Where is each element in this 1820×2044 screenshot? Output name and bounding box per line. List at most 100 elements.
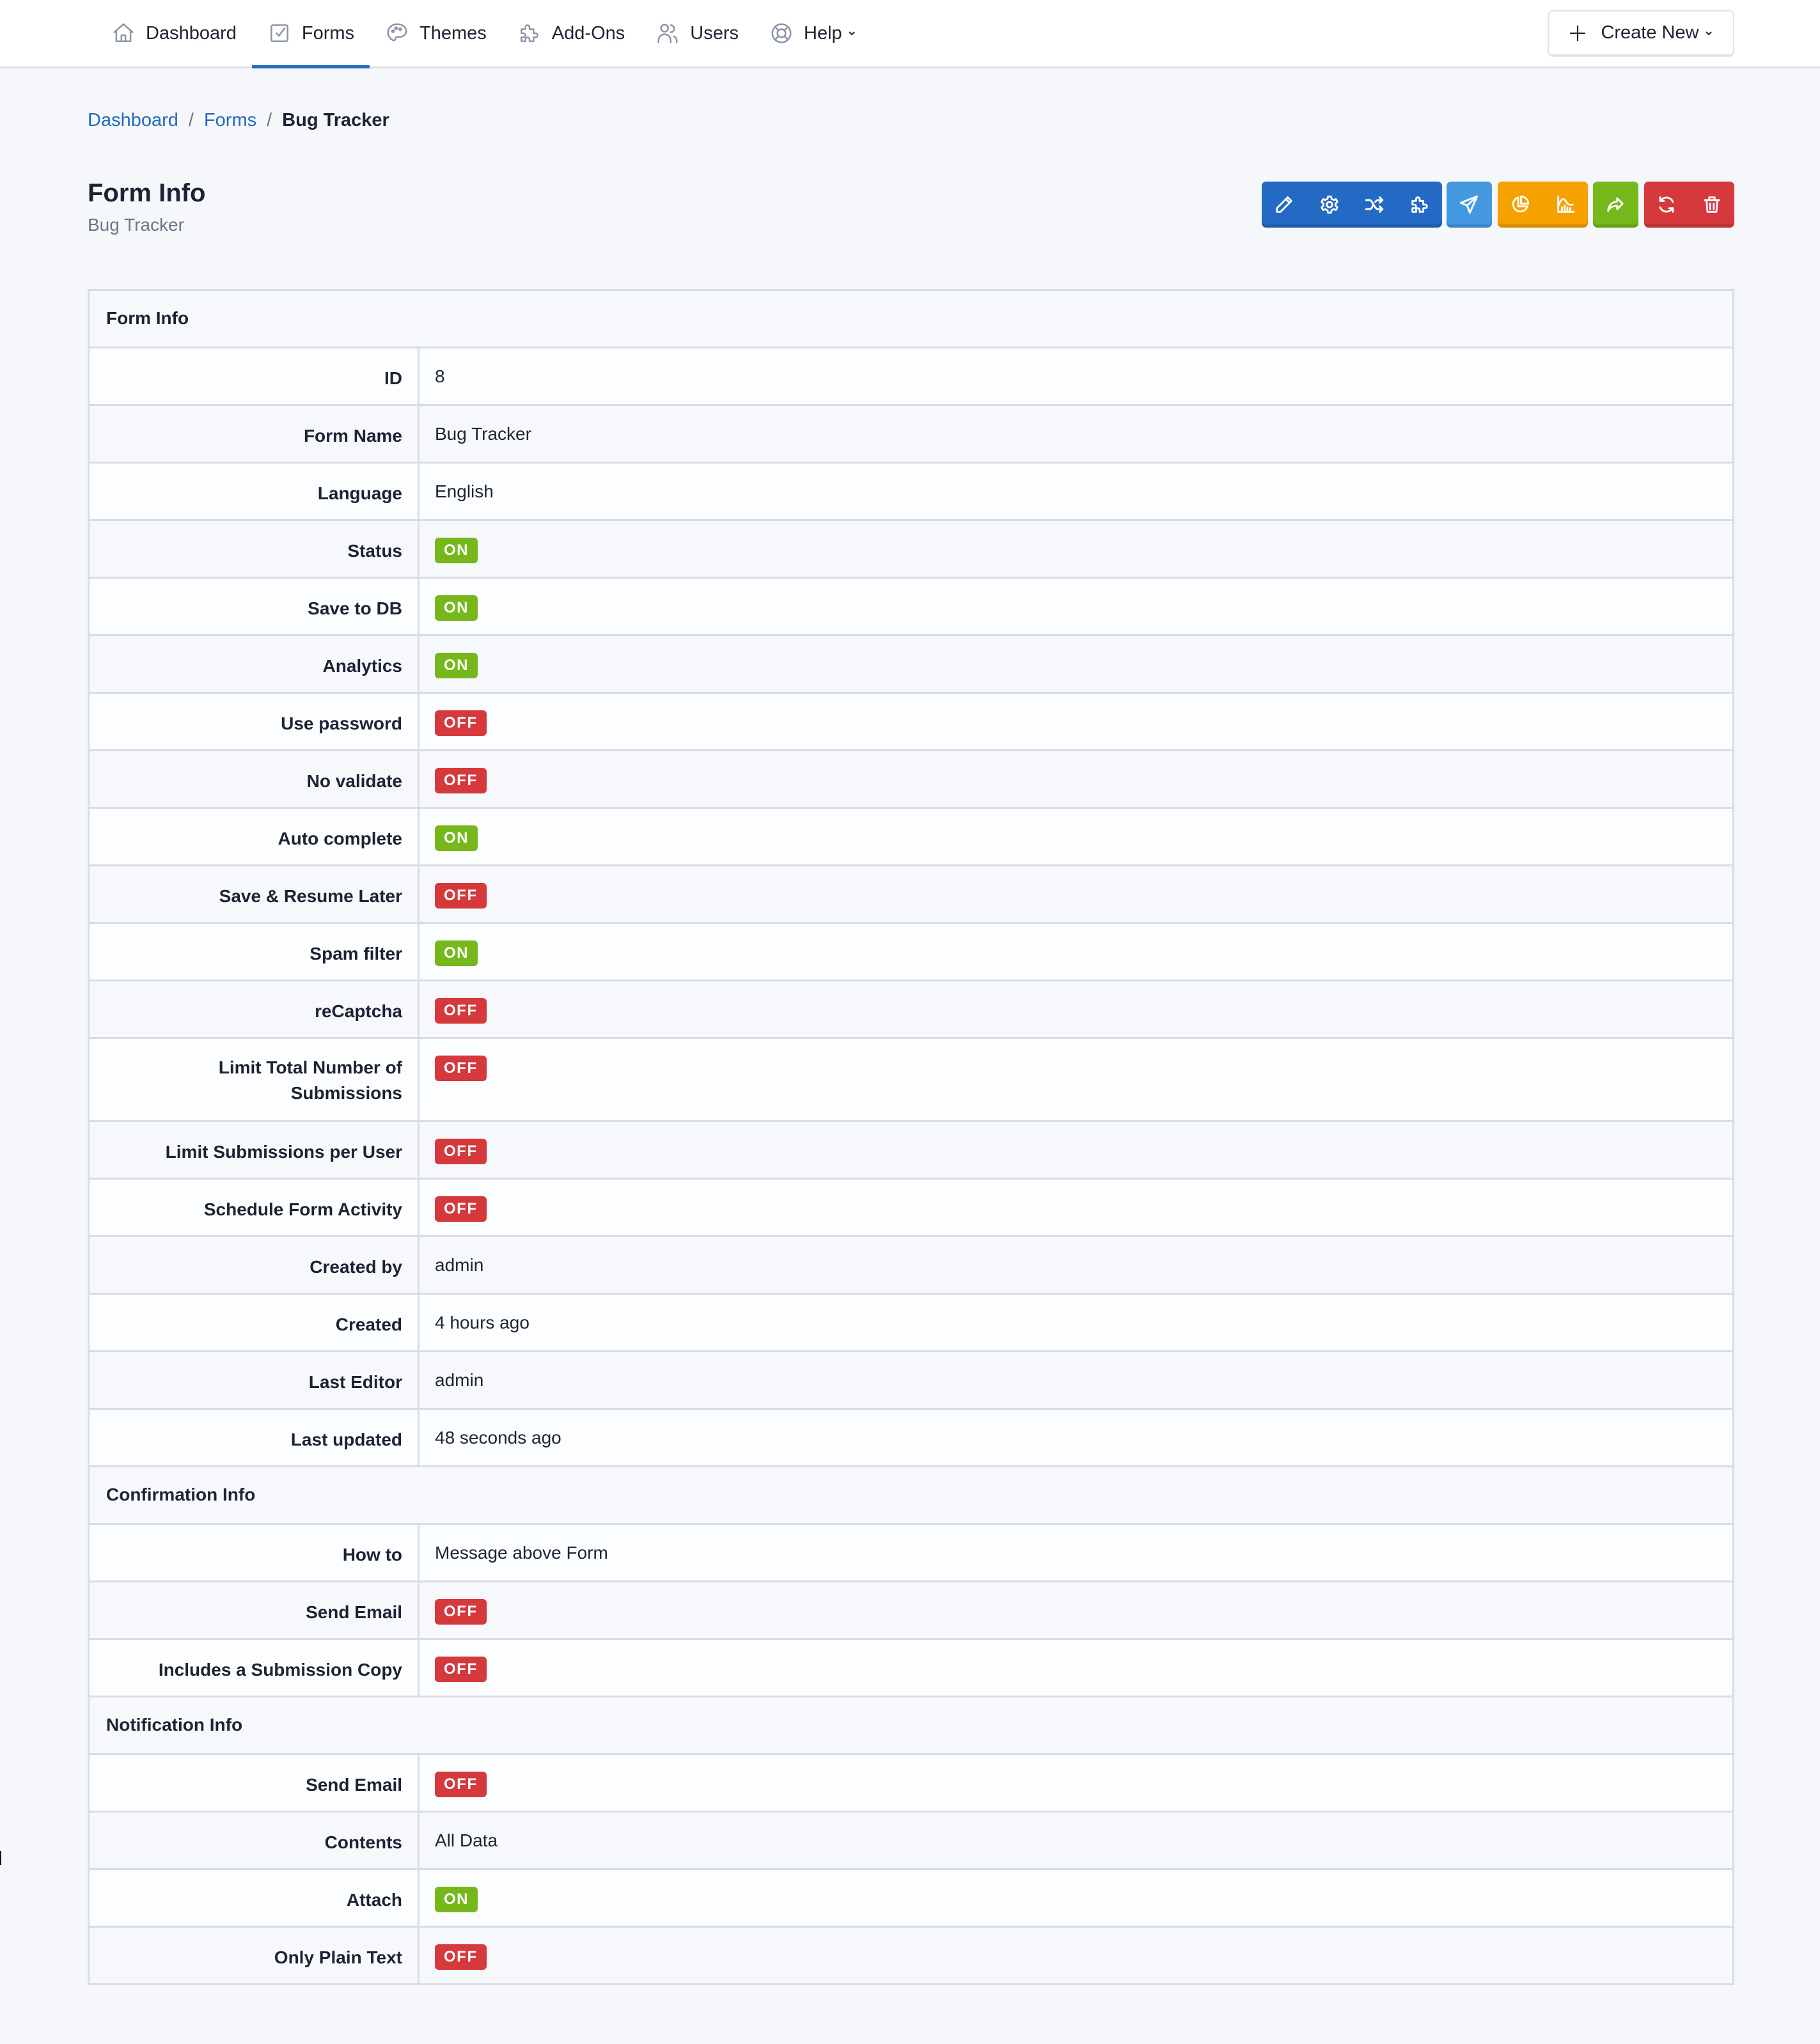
nav-item-users[interactable]: Users: [640, 0, 754, 66]
nav-item-add-ons[interactable]: Add-Ons: [502, 0, 640, 66]
nav-label: Dashboard: [146, 22, 237, 43]
plus-icon: [1569, 24, 1587, 42]
nav-item-help[interactable]: Help: [754, 0, 872, 66]
breadcrumb-dashboard[interactable]: Dashboard: [88, 110, 178, 131]
row-label: Form Name: [88, 404, 420, 463]
table-row: reCaptcha OFF: [88, 979, 1734, 1038]
row-label: Schedule Form Activity: [88, 1178, 420, 1237]
nav-item-dashboard[interactable]: Dashboard: [96, 0, 252, 66]
status-badge-off: OFF: [435, 1056, 487, 1081]
table-row: Send Email OFF: [88, 1753, 1734, 1812]
send-icon: [1460, 195, 1479, 214]
lifebuoy-icon: [769, 21, 794, 45]
row-label: Status: [88, 519, 420, 578]
reset-button[interactable]: [1644, 182, 1690, 228]
row-value: OFF: [418, 864, 1734, 923]
checkbox-icon: [267, 21, 292, 45]
status-badge-off: OFF: [435, 768, 487, 793]
status-badge-off: OFF: [435, 1196, 487, 1222]
row-label: Created by: [88, 1235, 420, 1294]
status-badge-on: ON: [435, 825, 478, 851]
breadcrumb-separator: /: [188, 110, 194, 130]
analytics-button[interactable]: [1543, 182, 1589, 228]
nav-label: Forms: [301, 22, 355, 43]
row-label: Limit Total Number of Submissions: [88, 1037, 420, 1121]
row-label: No validate: [88, 749, 420, 808]
row-value: OFF: [418, 1120, 1734, 1179]
row-label: Analytics: [88, 634, 420, 693]
users-icon: [655, 21, 680, 45]
row-label: Save & Resume Later: [88, 864, 420, 923]
settings-button[interactable]: [1307, 182, 1353, 228]
table-row: Send Email OFF: [88, 1580, 1734, 1639]
row-label: Send Email: [88, 1580, 420, 1639]
reports-group: [1498, 182, 1588, 228]
share-group: [1447, 182, 1492, 228]
section-title: Notification Info: [88, 1696, 1734, 1754]
table-row: Created 4 hours ago: [88, 1293, 1734, 1352]
row-label: Auto complete: [88, 807, 420, 866]
chevron-down-icon: [847, 29, 856, 38]
create-new-button[interactable]: Create New: [1548, 10, 1734, 56]
row-value: ON: [418, 577, 1734, 636]
row-value: ON: [418, 519, 1734, 578]
row-label: Attach: [88, 1868, 420, 1927]
row-label: Last Editor: [88, 1350, 420, 1409]
table-row: Last Editor admin: [88, 1350, 1734, 1409]
table-row: Only Plain Text OFF: [88, 1926, 1734, 1985]
page-title: Form Info: [88, 179, 206, 207]
cursor-artifact: [0, 1851, 1, 1865]
shuffle-icon: [1365, 196, 1384, 213]
breadcrumb-current: Bug Tracker: [282, 110, 389, 130]
row-value: OFF: [418, 692, 1734, 751]
add-ons-button[interactable]: [1397, 182, 1443, 228]
row-value: OFF: [418, 1926, 1734, 1985]
row-value: Message above Form: [418, 1523, 1734, 1582]
share-button[interactable]: [1593, 182, 1638, 228]
nav-item-themes[interactable]: Themes: [370, 0, 502, 66]
charts-button[interactable]: [1498, 182, 1543, 228]
row-label: Includes a Submission Copy: [88, 1638, 420, 1697]
row-label: Only Plain Text: [88, 1926, 420, 1985]
status-badge-off: OFF: [435, 998, 487, 1024]
row-value: ON: [418, 1868, 1734, 1927]
breadcrumb-separator: /: [267, 110, 272, 130]
trash-icon: [1704, 196, 1720, 213]
area-chart-icon: [1557, 195, 1574, 213]
shuffle-button[interactable]: [1352, 182, 1397, 228]
top-navigation: Dashboard Forms Themes Add-Ons Users Hel…: [0, 0, 1820, 68]
table-row: ID 8: [88, 347, 1734, 405]
nav-item-forms[interactable]: Forms: [251, 0, 370, 68]
row-value: 4 hours ago: [418, 1293, 1734, 1352]
row-value: All Data: [418, 1811, 1734, 1869]
row-value: OFF: [418, 1638, 1734, 1697]
danger-group: [1644, 182, 1734, 228]
status-badge-off: OFF: [435, 1657, 487, 1682]
table-row: Created by admin: [88, 1235, 1734, 1294]
nav-label: Users: [690, 22, 739, 43]
share-icon: [1607, 197, 1624, 212]
breadcrumb-forms[interactable]: Forms: [204, 110, 256, 131]
form-info-table: Form Info ID 8 Form Name Bug Tracker Language…: [88, 289, 1734, 1985]
table-row: Form Name Bug Tracker: [88, 404, 1734, 463]
row-value: ON: [418, 807, 1734, 866]
row-value: 8: [418, 347, 1734, 405]
table-row: Save to DB ON: [88, 577, 1734, 636]
table-row: Spam filter ON: [88, 922, 1734, 981]
row-label: Save to DB: [88, 577, 420, 636]
row-value: admin: [418, 1235, 1734, 1294]
status-badge-off: OFF: [435, 710, 487, 736]
row-label: Limit Submissions per User: [88, 1120, 420, 1179]
create-new-label: Create New: [1601, 22, 1699, 43]
edit-button-group: [1262, 182, 1442, 228]
edit-icon: [1276, 196, 1292, 213]
status-badge-off: OFF: [435, 883, 487, 909]
breadcrumb: Dashboard / Forms / Bug Tracker: [88, 110, 389, 131]
home-icon: [111, 21, 136, 45]
row-value: 48 seconds ago: [418, 1408, 1734, 1467]
edit-button[interactable]: [1262, 182, 1307, 228]
table-row: Status ON: [88, 519, 1734, 578]
table-row: Analytics ON: [88, 634, 1734, 693]
publish-button[interactable]: [1447, 182, 1492, 228]
delete-button[interactable]: [1690, 182, 1735, 228]
